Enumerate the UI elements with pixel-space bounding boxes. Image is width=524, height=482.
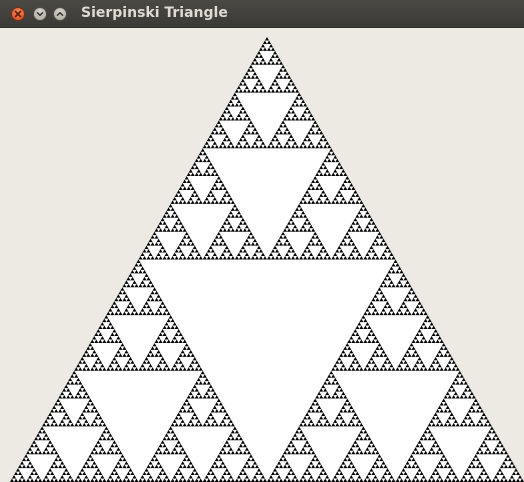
- title-bar[interactable]: Sierpinski Triangle: [0, 0, 524, 28]
- app-window: Sierpinski Triangle: [0, 0, 524, 482]
- close-button[interactable]: [11, 7, 25, 21]
- chevron-down-icon: [36, 12, 44, 17]
- minimize-button[interactable]: [33, 7, 47, 21]
- close-icon: [14, 10, 22, 18]
- chevron-up-icon: [56, 11, 64, 16]
- maximize-button[interactable]: [53, 7, 67, 21]
- canvas-area: [0, 28, 524, 482]
- sierpinski-triangle: [10, 37, 524, 482]
- window-title: Sierpinski Triangle: [81, 5, 228, 21]
